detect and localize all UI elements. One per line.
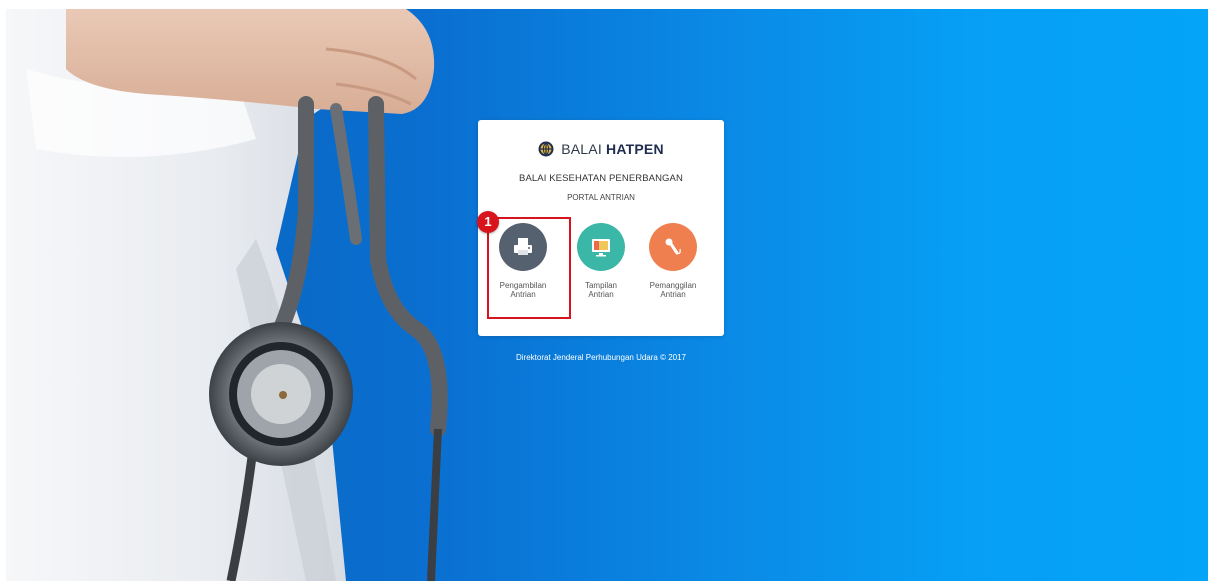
footer-copyright: Direktorat Jenderal Perhubungan Udara © … xyxy=(516,353,686,362)
queue-display-circle[interactable] xyxy=(577,223,625,271)
queue-display-label: Tampilan Antrian xyxy=(566,281,636,299)
queue-display-button[interactable]: Tampilan Antrian xyxy=(566,223,636,299)
globe-emblem-icon xyxy=(538,141,554,157)
portal-card: BALAI HATPEN BALAI KESEHATAN PENERBANGAN… xyxy=(478,120,724,336)
take-queue-button[interactable]: Pengambilan Antrian xyxy=(488,223,558,299)
brand-name: BALAI HATPEN xyxy=(561,141,664,157)
brand-name-light: BALAI xyxy=(561,141,602,157)
monitor-icon xyxy=(592,239,610,257)
take-queue-label-line2: Antrian xyxy=(510,290,536,299)
queue-call-label: Pemanggilan Antrian xyxy=(638,281,708,299)
portal-subtitle: PORTAL ANTRIAN xyxy=(567,193,635,202)
queue-call-button[interactable]: Pemanggilan Antrian xyxy=(638,223,708,299)
step-number-badge: 1 xyxy=(477,211,499,233)
take-queue-circle[interactable] xyxy=(499,223,547,271)
queue-call-circle[interactable] xyxy=(649,223,697,271)
queue-call-label-line1: Pemanggilan xyxy=(649,281,697,290)
microphone-icon xyxy=(665,238,681,255)
take-queue-label: Pengambilan Antrian xyxy=(488,281,558,299)
organization-title: BALAI KESEHATAN PENERBANGAN xyxy=(519,173,683,184)
queue-display-label-line2: Antrian xyxy=(588,290,614,299)
printer-icon xyxy=(514,238,532,255)
queue-display-label-line1: Tampilan xyxy=(584,281,617,290)
brand-name-bold: HATPEN xyxy=(606,141,664,157)
take-queue-label-line1: Pengambilan xyxy=(499,281,547,290)
queue-call-label-line2: Antrian xyxy=(660,290,686,299)
brand-header: BALAI HATPEN xyxy=(478,140,724,158)
